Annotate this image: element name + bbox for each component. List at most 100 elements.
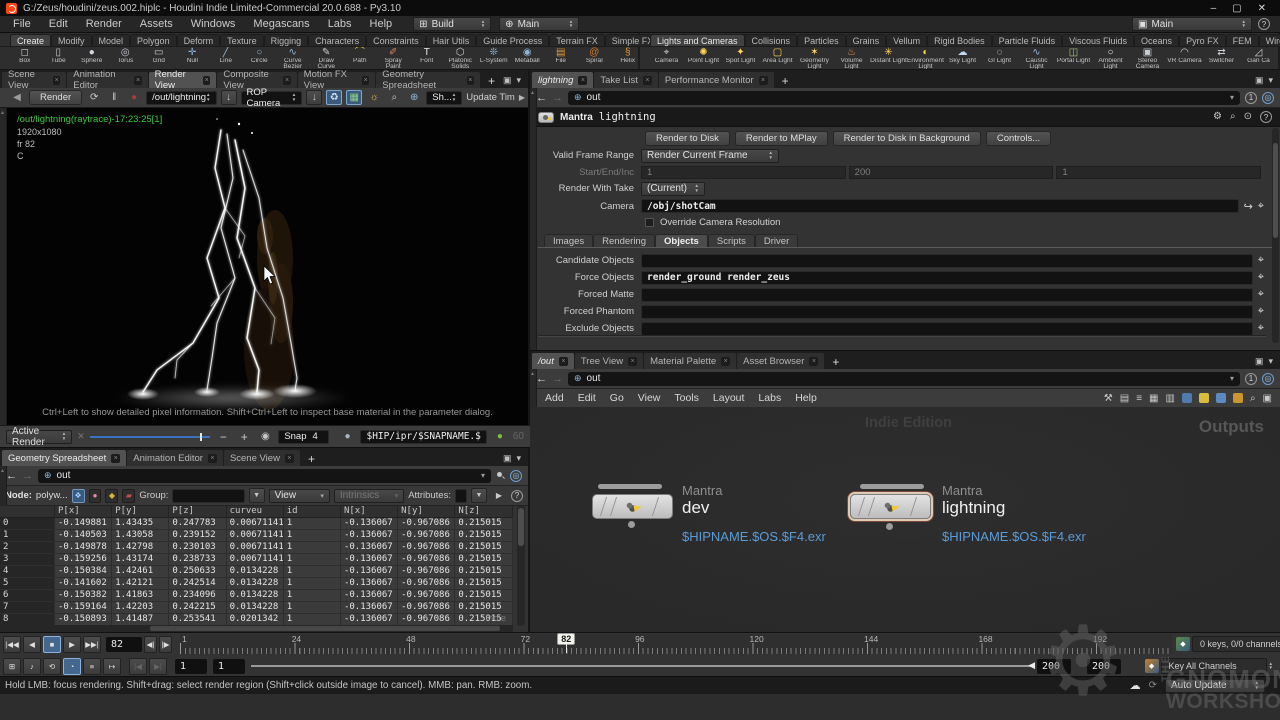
shelf-tab[interactable]: Viscous Fluids: [1062, 34, 1134, 46]
pane-tab[interactable]: Scene View ×: [2, 72, 66, 88]
image-icon[interactable]: ▣: [1263, 393, 1272, 404]
path-dropdown-icon[interactable]: ▾: [481, 471, 485, 480]
add-pane-tab-button[interactable]: +: [825, 355, 846, 369]
messages-icon[interactable]: ☁: [1130, 679, 1141, 692]
table-row[interactable]: 2-0.1498781.427980.2301030.006711411-0.1…: [0, 542, 513, 554]
follow-playhead-icon[interactable]: ↦: [103, 658, 121, 675]
tools-icon[interactable]: ⚒: [1104, 393, 1113, 404]
close-tab-icon[interactable]: ×: [759, 76, 768, 85]
shelf-tab[interactable]: Guide Process: [476, 34, 549, 46]
range-start-field[interactable]: 1: [175, 659, 207, 674]
close-button[interactable]: ✕: [1258, 3, 1266, 14]
param-subtab[interactable]: Scripts: [708, 234, 755, 247]
playhead[interactable]: 82: [557, 633, 575, 645]
shelf-tool[interactable]: ⬡ Platonic Solids: [444, 47, 478, 69]
range-end-field[interactable]: 200: [1037, 659, 1071, 674]
shelf-tab[interactable]: Particles: [797, 34, 846, 46]
region-icon[interactable]: ⊕: [406, 90, 422, 105]
pane-splitter[interactable]: [0, 466, 7, 506]
pause-render-icon[interactable]: ‖: [106, 90, 122, 105]
param-input[interactable]: render_ground render_zeus: [641, 271, 1253, 285]
next-key-button[interactable]: ▶|: [149, 658, 167, 675]
shelf-tab[interactable]: Deform: [177, 34, 221, 46]
path-field[interactable]: ⊕ out ▾: [568, 372, 1240, 386]
keyframes-icon[interactable]: ◆: [1176, 637, 1190, 651]
node-flags-bar[interactable]: [598, 484, 662, 489]
close-tab-icon[interactable]: ×: [628, 357, 637, 366]
audio-icon[interactable]: ♪: [23, 658, 41, 675]
shelf-tab[interactable]: Constraints: [366, 34, 426, 46]
column-header[interactable]: P[y]: [112, 506, 169, 518]
list-icon[interactable]: ≡: [1136, 393, 1142, 404]
pane-menu-icon[interactable]: ▾: [516, 75, 521, 86]
lights-icon[interactable]: ☼: [366, 90, 382, 105]
key-all-channels-selector[interactable]: Key All Channels: [1161, 658, 1267, 674]
back-icon[interactable]: ←: [536, 373, 547, 385]
gear-icon[interactable]: ⚙: [1213, 111, 1222, 123]
horizontal-scrollbar[interactable]: [0, 625, 513, 632]
rop-selector[interactable]: /out/lightning: [146, 91, 216, 105]
network-menu-item[interactable]: Go: [603, 392, 631, 404]
menu-item[interactable]: Windows: [182, 18, 245, 30]
close-tab-icon[interactable]: ×: [203, 76, 210, 85]
shelf-tool[interactable]: ∿ Curve Bezier: [276, 47, 310, 69]
back-icon[interactable]: ←: [6, 470, 17, 482]
sticky-note-icon[interactable]: [1199, 393, 1209, 403]
shelf-tab[interactable]: Texture: [220, 34, 264, 46]
refresh-icon[interactable]: ⟳: [1149, 680, 1157, 691]
network-menu-item[interactable]: View: [631, 392, 668, 404]
column-header[interactable]: [0, 506, 55, 518]
mantra-node-lightning[interactable]: [850, 494, 931, 519]
zoom-out-icon[interactable]: −: [215, 429, 231, 444]
shelf-tab[interactable]: Oceans: [1134, 34, 1179, 46]
add-pane-tab-button[interactable]: +: [481, 74, 502, 88]
forward-icon[interactable]: →: [22, 470, 33, 482]
menu-item[interactable]: Edit: [40, 18, 77, 30]
help-icon[interactable]: ?: [1258, 18, 1270, 30]
network-menu-item[interactable]: Edit: [571, 392, 603, 404]
snapshot-auto-icon[interactable]: ●: [492, 429, 508, 444]
shelf-tool[interactable]: ○ Circle: [243, 47, 277, 69]
shelf-tool[interactable]: @ Spiral: [578, 47, 612, 69]
pane-tab[interactable]: Tree View ×: [575, 353, 643, 369]
path-dropdown-icon[interactable]: ▾: [1230, 374, 1234, 383]
primitives-mode-icon[interactable]: ◆: [105, 489, 118, 503]
node-flags-bar[interactable]: [860, 484, 924, 489]
history-count-badge[interactable]: 1: [1245, 373, 1257, 385]
controls-button[interactable]: Controls...: [986, 131, 1051, 146]
shader-selector[interactable]: Sh...: [426, 91, 462, 105]
global-animation-options-icon[interactable]: ⊞: [3, 658, 21, 675]
param-input[interactable]: [641, 288, 1253, 302]
table-row[interactable]: 5-0.1416021.421210.2425140.01342281-0.13…: [0, 578, 513, 590]
valid-frame-range-selector[interactable]: Render Current Frame: [641, 149, 779, 163]
shelf-tab[interactable]: Model: [92, 34, 131, 46]
path-dropdown-icon[interactable]: ▾: [1230, 93, 1234, 102]
color-chip-icon[interactable]: [1182, 393, 1192, 403]
shelf-tool[interactable]: ✳ Distant Light: [870, 47, 907, 69]
refresh-render-icon[interactable]: ⟳: [86, 90, 102, 105]
close-tab-icon[interactable]: ×: [285, 454, 294, 463]
node-chooser-icon[interactable]: ⌖: [1253, 305, 1264, 318]
shelf-tool[interactable]: ● Sphere: [75, 47, 109, 69]
table-row[interactable]: 7-0.1591641.422030.2422150.01342281-0.13…: [0, 602, 513, 614]
current-frame-field[interactable]: 82: [106, 637, 142, 652]
shelf-tool[interactable]: ◐ Environment Light: [907, 47, 944, 69]
column-header[interactable]: N[y]: [398, 506, 455, 518]
path-field[interactable]: ⊕ out ▾: [568, 91, 1240, 105]
pane-splitter[interactable]: [0, 108, 7, 425]
shelf-tab[interactable]: Modify: [51, 34, 92, 46]
shelf-tab[interactable]: Grains: [846, 34, 887, 46]
points-mode-icon[interactable]: ❖: [72, 489, 85, 503]
table-row[interactable]: 1-0.1405031.430580.2391520.006711411-0.1…: [0, 530, 513, 542]
menu-item[interactable]: Help: [361, 18, 402, 30]
end-field[interactable]: 200: [849, 166, 1054, 179]
jump-to-node-icon[interactable]: ↪: [1239, 200, 1253, 213]
shelf-tab[interactable]: Hair Utils: [426, 34, 477, 46]
pin-icon[interactable]: [496, 471, 505, 480]
minimize-button[interactable]: –: [1211, 3, 1217, 14]
shelf-tab[interactable]: FEM: [1226, 34, 1259, 46]
save-image-icon[interactable]: ↓: [221, 90, 237, 105]
node-chooser-icon[interactable]: ⌖: [1253, 271, 1264, 284]
search-icon[interactable]: ⌕: [1250, 393, 1256, 404]
shelf-tab[interactable]: Lights and Cameras: [650, 34, 745, 46]
